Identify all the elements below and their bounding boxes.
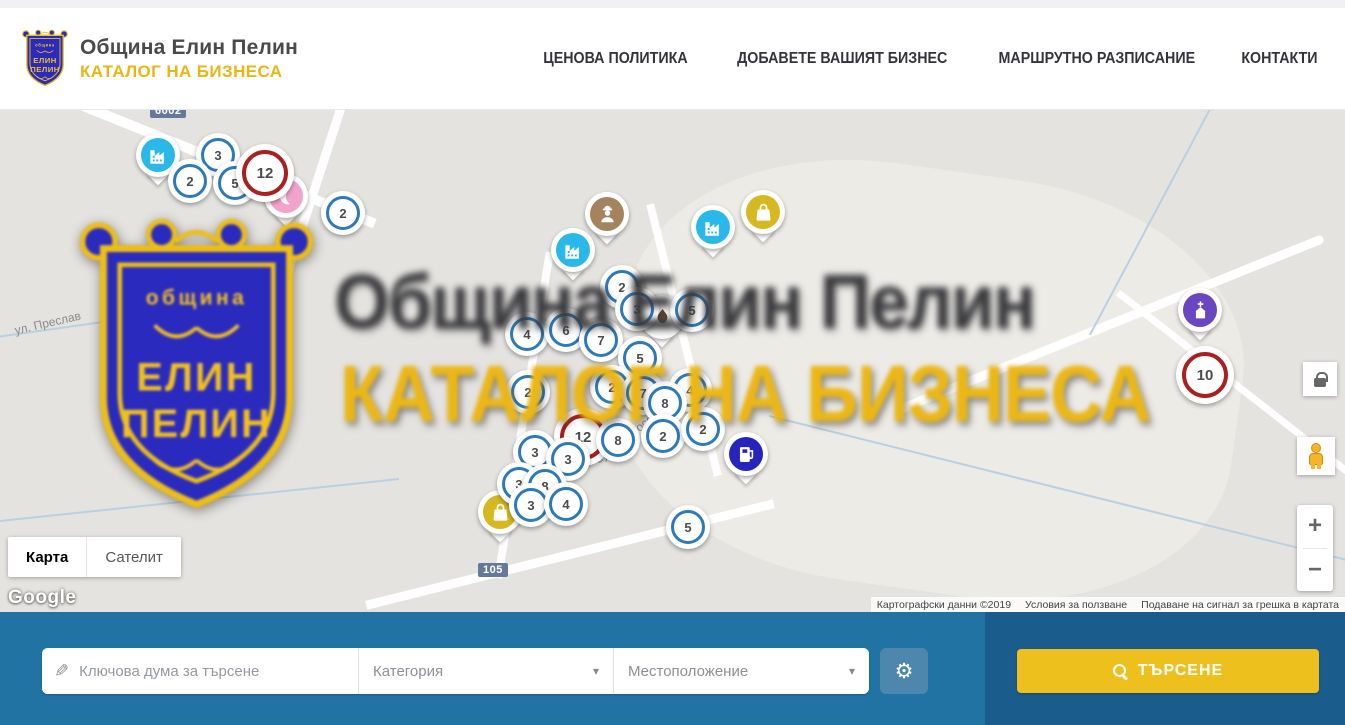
street-name-label: ул. Преслав [13,309,82,338]
map-cluster-marker[interactable]: 2 [321,191,365,235]
map-cluster-marker[interactable]: 7 [579,318,623,362]
map-cluster-marker[interactable]: 2 [641,414,685,458]
map-cluster-marker[interactable]: 3 [615,287,659,331]
factory-icon [148,145,169,166]
map-cluster-marker[interactable]: 10 [1176,346,1234,404]
watermark-shield-logo [80,216,313,523]
bag-pin-marker[interactable] [741,190,785,252]
search-icon [1113,664,1128,679]
attribution-link[interactable]: Условия за ползване [1025,599,1127,611]
lock-icon [1314,378,1326,387]
page: Община Елин Пелин КАТАЛОГ НА БИЗНЕСА ЦЕН… [0,0,1345,725]
header: Община Елин Пелин КАТАЛОГ НА БИЗНЕСА ЦЕН… [0,8,1345,110]
fuel-icon [736,444,757,465]
factory-icon [563,240,584,261]
attribution-link[interactable]: Подаване на сигнал за грешка в картата [1141,599,1339,611]
pegman-button[interactable] [1297,437,1335,475]
keyword-cell: ✎ [42,648,358,694]
church-icon [1190,300,1211,321]
keyword-search-input[interactable] [79,663,346,680]
advanced-settings-button[interactable]: ⚙ [880,648,928,694]
google-logo[interactable]: Google [8,587,76,609]
map-type-map-button[interactable]: Карта [8,537,86,577]
fuel-pin-marker[interactable] [724,432,768,494]
brand[interactable]: Община Елин Пелин КАТАЛОГ НА БИЗНЕСА [22,29,298,89]
map-cluster-marker[interactable]: 2 [681,407,725,451]
map-boundary-line [0,478,399,524]
nav-link[interactable]: МАРШРУТНО РАЗПИСАНИЕ [999,50,1196,68]
road-number-label: 6002 [150,110,186,118]
worker-icon [597,204,618,225]
site-subtitle: КАТАЛОГ НА БИЗНЕСА [80,62,298,82]
nav-link[interactable]: ЦЕНОВА ПОЛИТИКА [543,50,687,68]
map-cluster-marker[interactable]: 8 [596,418,640,462]
map-cluster-marker[interactable]: 12 [236,144,294,202]
site-title: Община Елин Пелин [80,36,298,60]
location-select-value: Местоположение [628,663,748,680]
search-button-label: ТЪРСЕНЕ [1138,662,1223,680]
bag-icon [490,502,511,523]
map-attribution: Картографски данни ©2019 Условия за ползв… [871,597,1345,612]
location-select[interactable]: Местоположение ▾ [613,648,869,694]
top-strip [0,0,1345,8]
search-button[interactable]: ТЪРСЕНЕ [1017,649,1319,693]
road-number-label: 105 [478,563,508,577]
chevron-down-icon: ▾ [593,664,599,678]
search-section: ✎ Категория ▾ Местоположение ▾ ⚙ ТЪРСЕНЕ [0,612,1345,725]
zoom-in-button[interactable]: + [1297,505,1333,548]
attribution-text: Картографски данни ©2019 [877,599,1011,611]
map-type-control: Карта Сателит [8,537,181,577]
map-canvas[interactable]: ул. Преславбул. „Новосел 6002105 3251222… [0,110,1345,612]
map-cluster-marker[interactable]: 4 [505,312,549,356]
map-cluster-marker[interactable]: 2 [506,370,550,414]
bag-icon [753,202,774,223]
chevron-down-icon: ▾ [849,664,855,678]
map-type-satellite-button[interactable]: Сателит [86,537,181,577]
nav-link[interactable]: КОНТАКТИ [1241,50,1317,68]
map-cluster-marker[interactable]: 5 [666,505,710,549]
pencil-icon: ✎ [54,661,69,682]
map-cluster-marker[interactable]: 2 [168,159,212,203]
map-cluster-marker[interactable]: 4 [544,482,588,526]
main-nav: ЦЕНОВА ПОЛИТИКА ДОБАВЕТЕ ВАШИЯТ БИЗНЕС МАР… [537,50,1321,68]
zoom-out-button[interactable]: − [1297,549,1333,592]
zoom-control: + − [1297,505,1333,591]
pegman-icon [1307,443,1325,469]
nav-link[interactable]: ДОБАВЕТЕ ВАШИЯТ БИЗНЕС [737,50,947,68]
municipality-logo [22,29,68,89]
church-pin-marker[interactable] [1178,288,1222,350]
gear-icon: ⚙ [895,660,914,683]
worker-pin-marker[interactable] [585,192,629,254]
search-input-group: ✎ Категория ▾ Местоположение ▾ [42,648,869,694]
factory-icon [703,217,724,238]
map-cluster-marker[interactable]: 5 [670,288,714,332]
category-select-value: Категория [373,663,443,680]
lock-button[interactable] [1303,362,1337,396]
factory-pin-marker[interactable] [691,205,735,267]
category-select[interactable]: Категория ▾ [358,648,613,694]
